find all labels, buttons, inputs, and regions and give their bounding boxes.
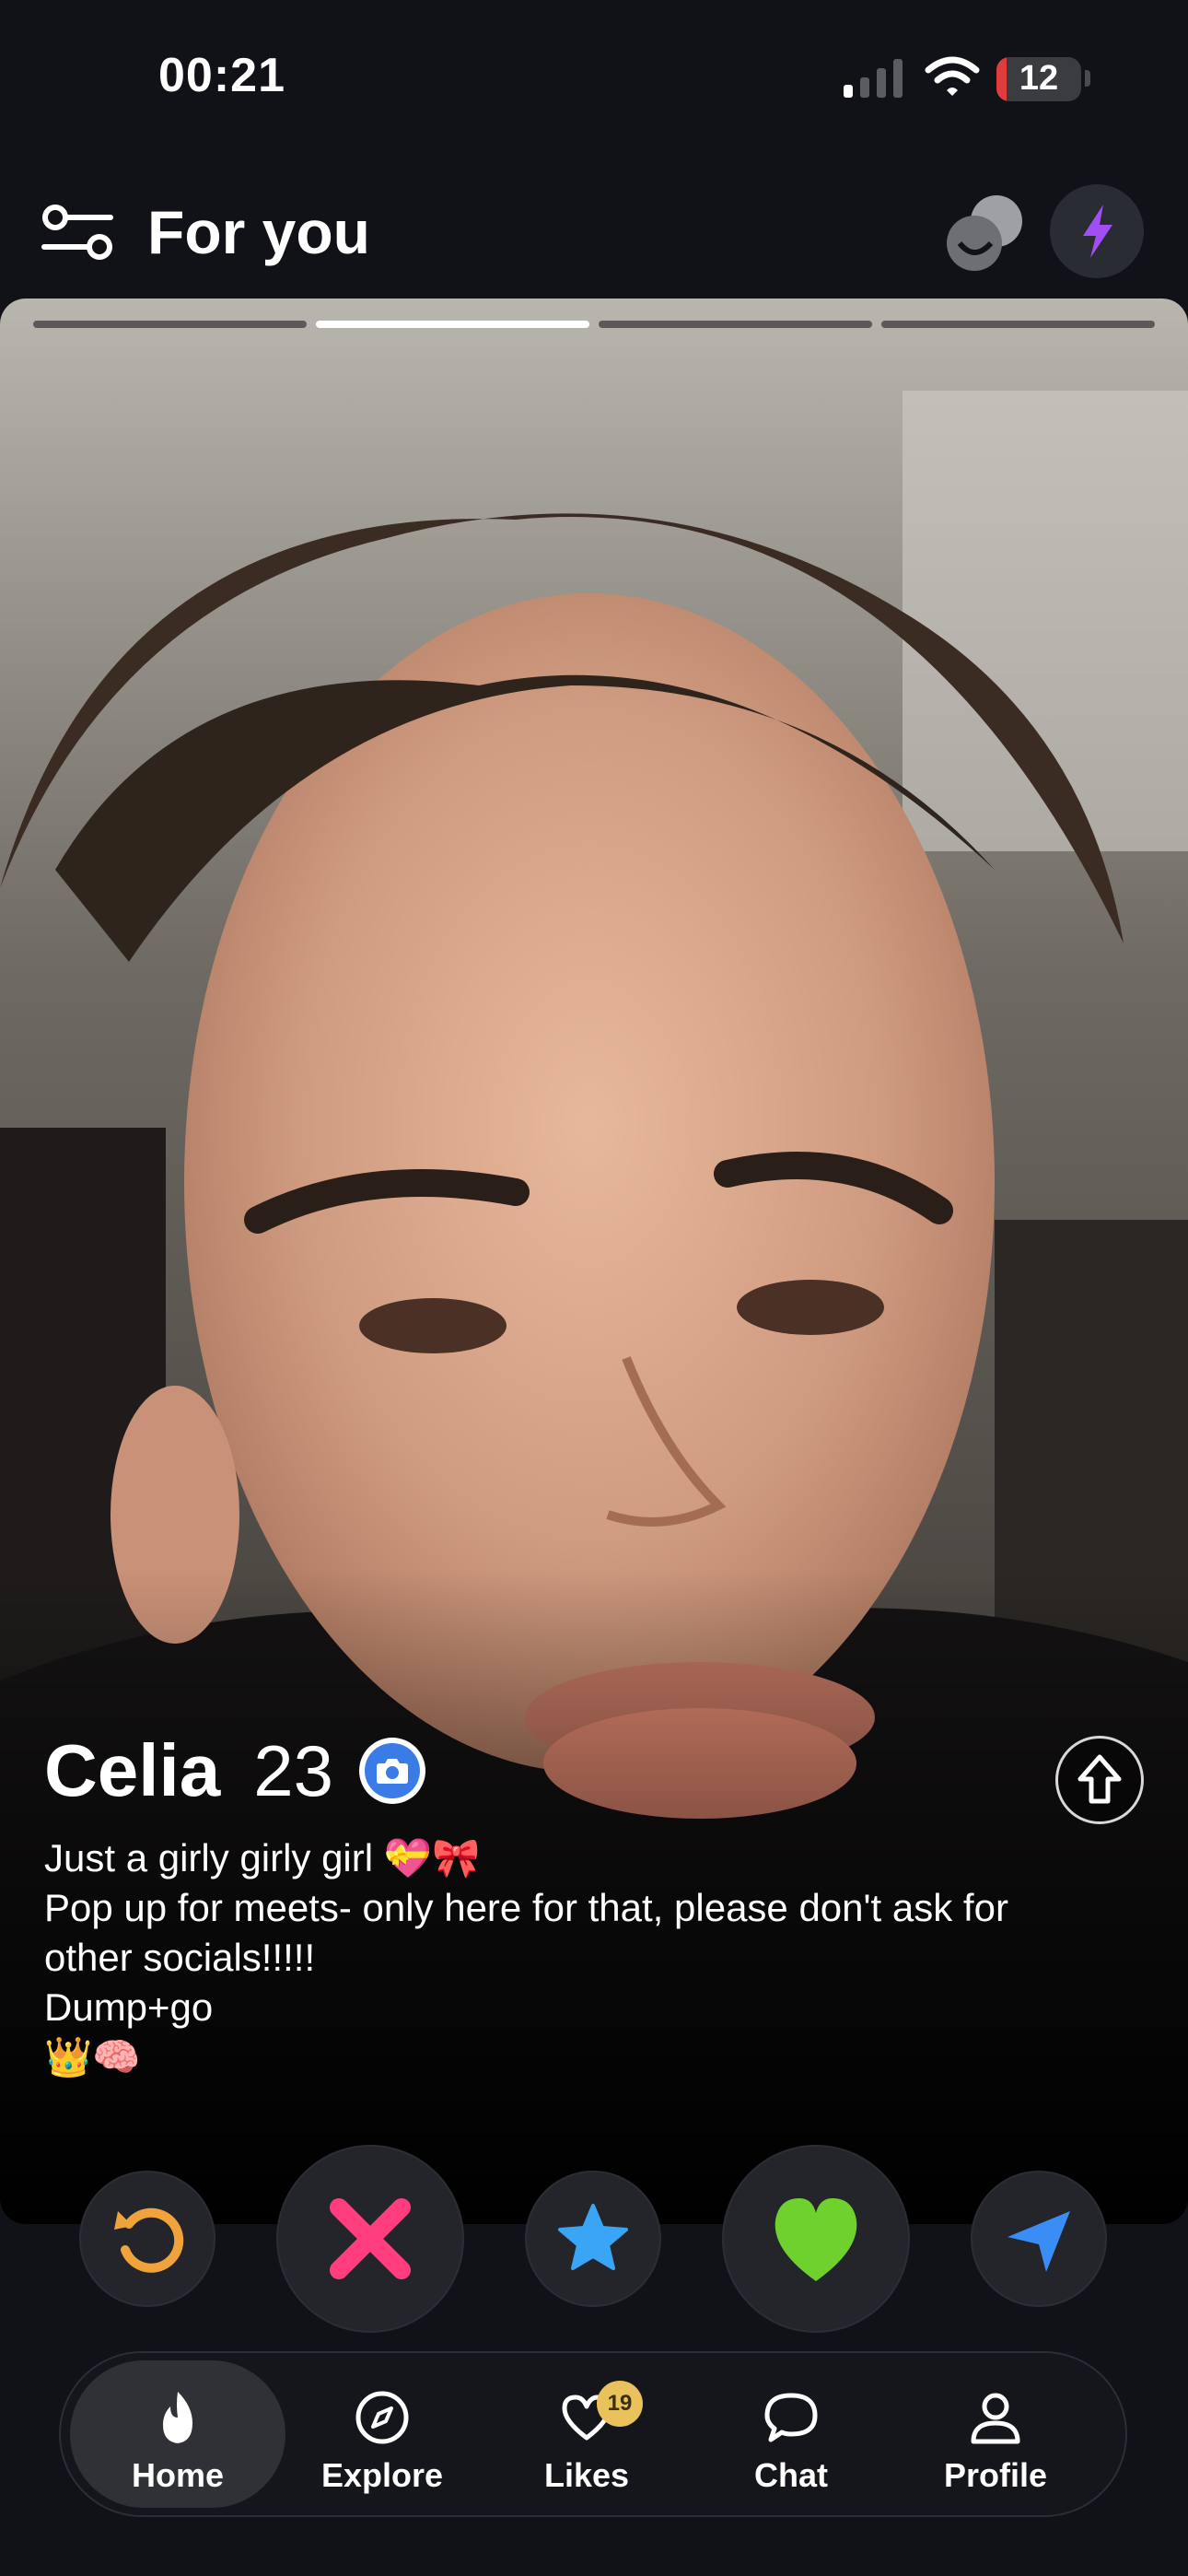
rewind-icon [114, 2207, 184, 2273]
filter-icon[interactable] [41, 201, 114, 265]
super-like-icon [558, 2204, 628, 2270]
camera-icon [376, 1759, 408, 1784]
nav-label-chat: Chat [754, 2456, 828, 2494]
battery-tip [1085, 70, 1090, 87]
nav-item-explore[interactable]: Explore [274, 2360, 490, 2508]
profile-name: Celia [44, 1729, 221, 1811]
double-date-icon[interactable] [939, 186, 1031, 278]
battery-level: 12 [1019, 59, 1059, 98]
photo-progress-segment[interactable] [881, 321, 1155, 328]
bio-line: 👑🧠 [44, 2035, 141, 2078]
profile-bio: Just a girly girly girl 💝🎀 Pop up for me… [44, 1833, 1149, 2082]
nav-label-home: Home [131, 2456, 225, 2494]
photo-progress-segment[interactable] [316, 321, 589, 328]
nope-button[interactable] [278, 2147, 462, 2331]
nav-item-likes[interactable]: 19 Likes [479, 2360, 694, 2508]
bottom-navigation: Home Explore 19 Likes Chat Profile [59, 2351, 1127, 2517]
top-header: For you [0, 175, 1188, 295]
photo-progress-segment[interactable] [33, 321, 307, 328]
super-like-button[interactable] [527, 2172, 659, 2305]
status-time: 00:21 [158, 49, 285, 102]
profile-card[interactable]: Celia 23 Just a girly girly girl 💝🎀 Pop … [0, 299, 1188, 2224]
bio-line: Dump+go [44, 1985, 214, 2029]
nav-item-chat[interactable]: Chat [683, 2360, 899, 2508]
boost-button[interactable] [1050, 184, 1144, 278]
like-button[interactable] [724, 2147, 908, 2331]
photo-progress-segment[interactable] [599, 321, 872, 328]
swipe-actions [0, 2147, 1188, 2331]
photo-progress-bar [33, 321, 1155, 330]
send-button[interactable] [973, 2172, 1105, 2305]
nav-item-home[interactable]: Home [70, 2360, 285, 2508]
lightning-icon [1083, 205, 1112, 258]
chat-bubble-icon [764, 2393, 818, 2442]
profile-name-row: Celia 23 [44, 1725, 425, 1817]
page-title: For you [147, 198, 370, 266]
status-bar: 00:21 12 [0, 0, 1188, 157]
profile-age: 23 [253, 1729, 333, 1811]
nav-label-likes: Likes [543, 2456, 630, 2494]
wifi-icon [925, 56, 980, 96]
likes-count-badge: 19 [597, 2381, 643, 2427]
send-icon [1007, 2211, 1070, 2272]
bio-line: Pop up for meets- only here for that, pl… [44, 1886, 1008, 1929]
flame-icon [163, 2392, 192, 2443]
rewind-button[interactable] [81, 2172, 214, 2305]
nope-icon [330, 2198, 411, 2279]
expand-profile-button[interactable] [1055, 1736, 1144, 1824]
nav-item-profile[interactable]: Profile [888, 2360, 1103, 2508]
bio-line: Just a girly girly girl 💝🎀 [44, 1836, 481, 1879]
arrow-up-icon [1077, 1754, 1122, 1804]
bio-line: other socials!!!!! [44, 1936, 316, 1979]
battery-indicator: 12 [996, 57, 1081, 101]
like-icon [775, 2198, 857, 2281]
compass-icon [355, 2391, 409, 2444]
nav-label-profile: Profile [943, 2456, 1048, 2494]
cellular-signal-icon [844, 59, 903, 98]
nav-label-explore: Explore [320, 2456, 444, 2494]
photo-verified-badge[interactable] [358, 1738, 425, 1804]
person-icon [971, 2393, 1020, 2444]
